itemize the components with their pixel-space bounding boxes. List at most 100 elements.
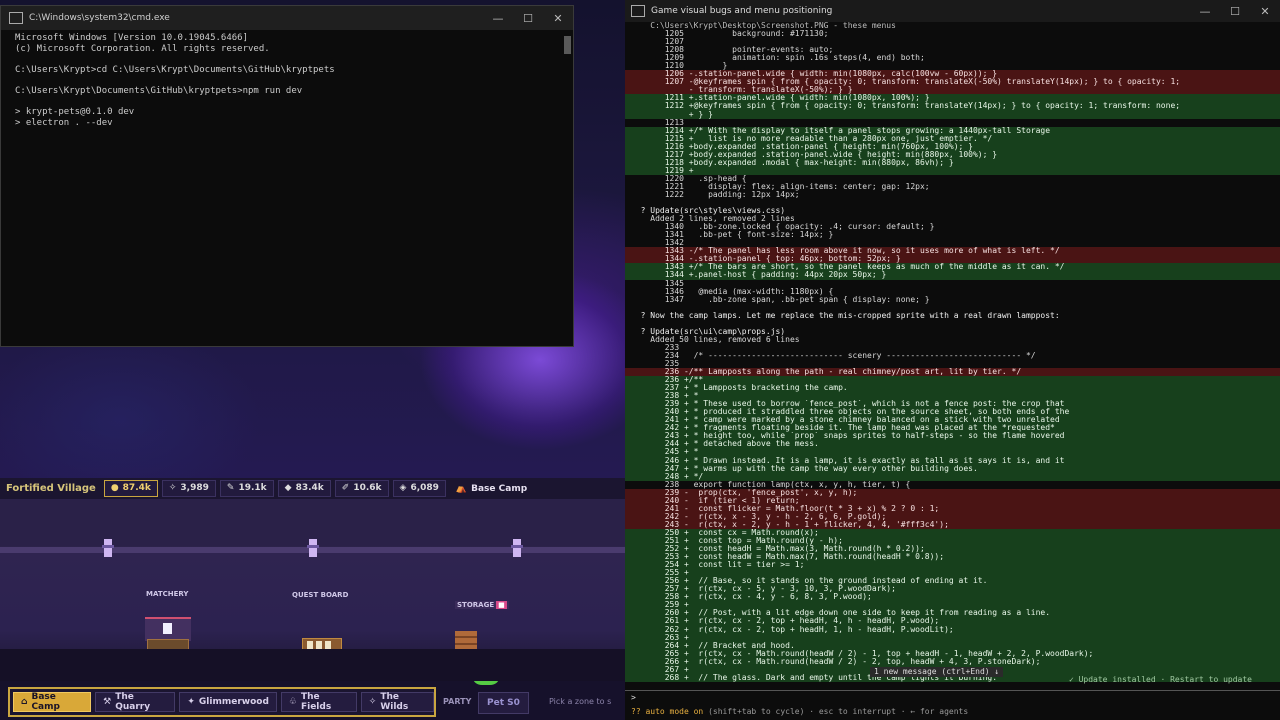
diff-added-line: 1343 +/* The bars are short, so the pane… — [625, 263, 1280, 272]
terminal-line: 1221 display: flex; align-items: center;… — [631, 182, 930, 191]
diff-output[interactable]: C:\Users\Krypt\Desktop\Screenshot.PNG - … — [625, 22, 1280, 690]
minimize-button[interactable]: — — [483, 12, 513, 25]
diff-added-line: 1217 +body.expanded .station-panel.wide … — [625, 150, 1280, 159]
zone-label: Glimmerwood — [198, 697, 269, 707]
stone-icon: ◆ — [284, 483, 292, 493]
resource-crystal[interactable]: ✧ 3,989 — [161, 480, 216, 497]
zone-tab-base-camp[interactable]: ⌂ Base Camp — [13, 692, 92, 712]
village-name: Fortified Village — [6, 483, 96, 494]
update-status[interactable]: ✓ Update installed · Restart to update — [1069, 675, 1252, 684]
diff-added-line: 262 + r(ctx, cx - 2, top + headH, 1, h -… — [625, 625, 1280, 634]
terminal-line: 1208 pointer-events: auto; — [631, 46, 834, 55]
diff-added-line: 255 + — [625, 569, 1280, 578]
diff-added-line: 1219 + — [625, 166, 1280, 175]
diff-added-line: 265 + r(ctx, cx - Math.round(headW / 2) … — [625, 649, 1280, 658]
diff-added-line: 254 + const lit = tier >= 1; — [625, 561, 1280, 570]
diff-added-line: 1216 +body.expanded .station-panel { hei… — [625, 142, 1280, 151]
terminal-line: 1210 } — [631, 62, 728, 71]
resource-value: 6,089 — [410, 483, 439, 493]
quest-board-label: QUEST BOARD — [292, 591, 349, 599]
resource-feather[interactable]: ✐ 10.6k — [334, 480, 389, 497]
zone-bar: ⌂ Base Camp ⚒ The Quarry ✦ Glimmerwood ♧ The Fi… — [8, 687, 436, 717]
terminal-titlebar[interactable]: Game visual bugs and menu positioning — … — [625, 0, 1280, 22]
scrollbar[interactable] — [564, 36, 571, 54]
cmd-line: C:\Users\Krypt>cd C:\Users\Krypt\Documen… — [15, 64, 335, 75]
terminal-line: 1340 .bb-zone.locked { opacity: .4; curs… — [631, 223, 935, 232]
game-window[interactable]: Fortified Village ● 87.4k ✧ 3,989 ✎ 19.1k ◆ 83.… — [0, 478, 625, 720]
terminal-line: Added 2 lines, removed 2 lines — [631, 215, 795, 224]
diff-removed-line: 239 - prop(ctx, 'fence_post', x, y, h); — [625, 488, 1280, 497]
diff-added-line: 260 + // Post, with a lit edge down one … — [625, 609, 1280, 618]
diff-removed-line: 1207 -@keyframes spin { from { opacity: … — [625, 78, 1280, 87]
diff-added-line: 1344 +.panel-host { padding: 44px 20px 5… — [625, 271, 1280, 280]
diff-added-line: 250 + const cx = Math.round(x); — [625, 528, 1280, 537]
diff-added-line: 248 + */ — [625, 472, 1280, 481]
zone-tab-the-wilds[interactable]: ✧ The Wilds — [360, 692, 434, 712]
maximize-button[interactable]: ☐ — [513, 12, 543, 25]
terminal-line: 238 export function lamp(ctx, x, y, h, t… — [631, 480, 911, 489]
zone-icon: ✦ — [187, 697, 195, 707]
diff-added-line: 246 + * Drawn instead. It is a lamp, it … — [625, 456, 1280, 465]
resource-value: 10.6k — [353, 483, 382, 493]
mode-label: ?? auto mode on — [631, 707, 704, 716]
cmd-titlebar[interactable]: C:\Windows\system32\cmd.exe — ☐ ✕ — [1, 6, 573, 30]
terminal-icon — [9, 12, 23, 24]
resource-hud: Fortified Village ● 87.4k ✧ 3,989 ✎ 19.1k ◆ 83.… — [0, 478, 625, 499]
zone-tab-the-fields[interactable]: ♧ The Fields — [280, 692, 357, 712]
terminal-line: 1342 — [631, 239, 684, 248]
mode-hint: (shift+tab to cycle) · esc to interrupt … — [703, 707, 969, 716]
resource-gem[interactable]: ◈ 6,089 — [392, 480, 446, 497]
terminal-line: 1205 background: #171130; — [631, 30, 829, 39]
resource-value: 83.4k — [295, 483, 324, 493]
zone-icon: ✧ — [368, 697, 377, 707]
diff-added-line: 243 + * height too, while `prop` snaps s… — [625, 432, 1280, 441]
zone-label: The Wilds — [380, 692, 409, 712]
diff-added-line: 247 + * warms up with the camp the way e… — [625, 464, 1280, 473]
diff-removed-line: 243 - r(ctx, x - 2, y - h - 1 + flicker,… — [625, 520, 1280, 529]
cmd-window[interactable]: C:\Windows\system32\cmd.exe — ☐ ✕ Micros… — [0, 5, 574, 347]
resource-value: 19.1k — [238, 483, 267, 493]
prompt-input[interactable]: > — [631, 693, 636, 702]
terminal-title: Game visual bugs and menu positioning — [651, 6, 833, 16]
camp-scene[interactable]: MATCHERY QUEST BOARD STORAGE ■ — [0, 499, 625, 685]
zone-tab-glimmerwood[interactable]: ✦ Glimmerwood — [179, 692, 277, 712]
diff-added-line: 258 + r(ctx, cx - 4, y - 6, 8, 3, P.wood… — [625, 593, 1280, 602]
gem-icon: ◈ — [399, 483, 407, 493]
diff-added-line: 1211 +.station-panel.wide { width: min(1… — [625, 94, 1280, 103]
resource-value: 3,989 — [180, 483, 209, 493]
tent-icon: ⛺ — [455, 483, 468, 494]
diff-added-line: 241 + * camp were marked by a stone chim… — [625, 416, 1280, 425]
cmd-line: > electron . --dev — [15, 117, 113, 128]
terminal-line: ? Update(src\styles\views.css) — [631, 207, 786, 216]
resource-coin[interactable]: ● 87.4k — [103, 480, 158, 497]
maximize-button[interactable]: ☐ — [1220, 5, 1250, 18]
cmd-output[interactable]: Microsoft Windows [Version 10.0.19045.64… — [1, 30, 573, 128]
lamp-post — [102, 539, 114, 557]
resource-wood[interactable]: ✎ 19.1k — [219, 480, 274, 497]
cmd-line: (c) Microsoft Corporation. All rights re… — [15, 43, 270, 54]
zone-label: The Fields — [300, 692, 332, 712]
storage-label: STORAGE ■ — [455, 601, 509, 609]
lamp-post — [511, 539, 523, 557]
input-divider — [625, 690, 1280, 691]
new-message-pill[interactable]: 1 new message (ctrl+End) ↓ — [870, 667, 1004, 677]
pick-zone-hint: Pick a zone to s — [549, 697, 612, 706]
diff-added-line: 242 + * fragments floating beside it. Th… — [625, 424, 1280, 433]
diff-added-line: + } } — [625, 110, 1280, 119]
terminal-window[interactable]: Game visual bugs and menu positioning — … — [625, 0, 1280, 720]
minimize-button[interactable]: — — [1190, 5, 1220, 18]
diff-added-line: 259 + — [625, 601, 1280, 610]
diff-added-line: 236 +/** — [625, 376, 1280, 385]
current-zone[interactable]: ⛺ Base Camp — [456, 484, 527, 494]
diff-removed-line: - transform: translateX(-50%); } } — [625, 86, 1280, 95]
ground — [0, 649, 625, 681]
close-button[interactable]: ✕ — [543, 12, 573, 25]
diff-added-line: 264 + // Bracket and hood. — [625, 641, 1280, 650]
close-button[interactable]: ✕ — [1250, 5, 1280, 18]
terminal-line: ? Now the camp lamps. Let me replace the… — [631, 311, 1060, 320]
diff-added-line: 1215 + list is no more readable than a 2… — [625, 134, 1280, 143]
resource-stone[interactable]: ◆ 83.4k — [277, 480, 331, 497]
pet-slot-button[interactable]: Pet S0 — [478, 692, 529, 714]
zone-tab-the-quarry[interactable]: ⚒ The Quarry — [95, 692, 176, 712]
